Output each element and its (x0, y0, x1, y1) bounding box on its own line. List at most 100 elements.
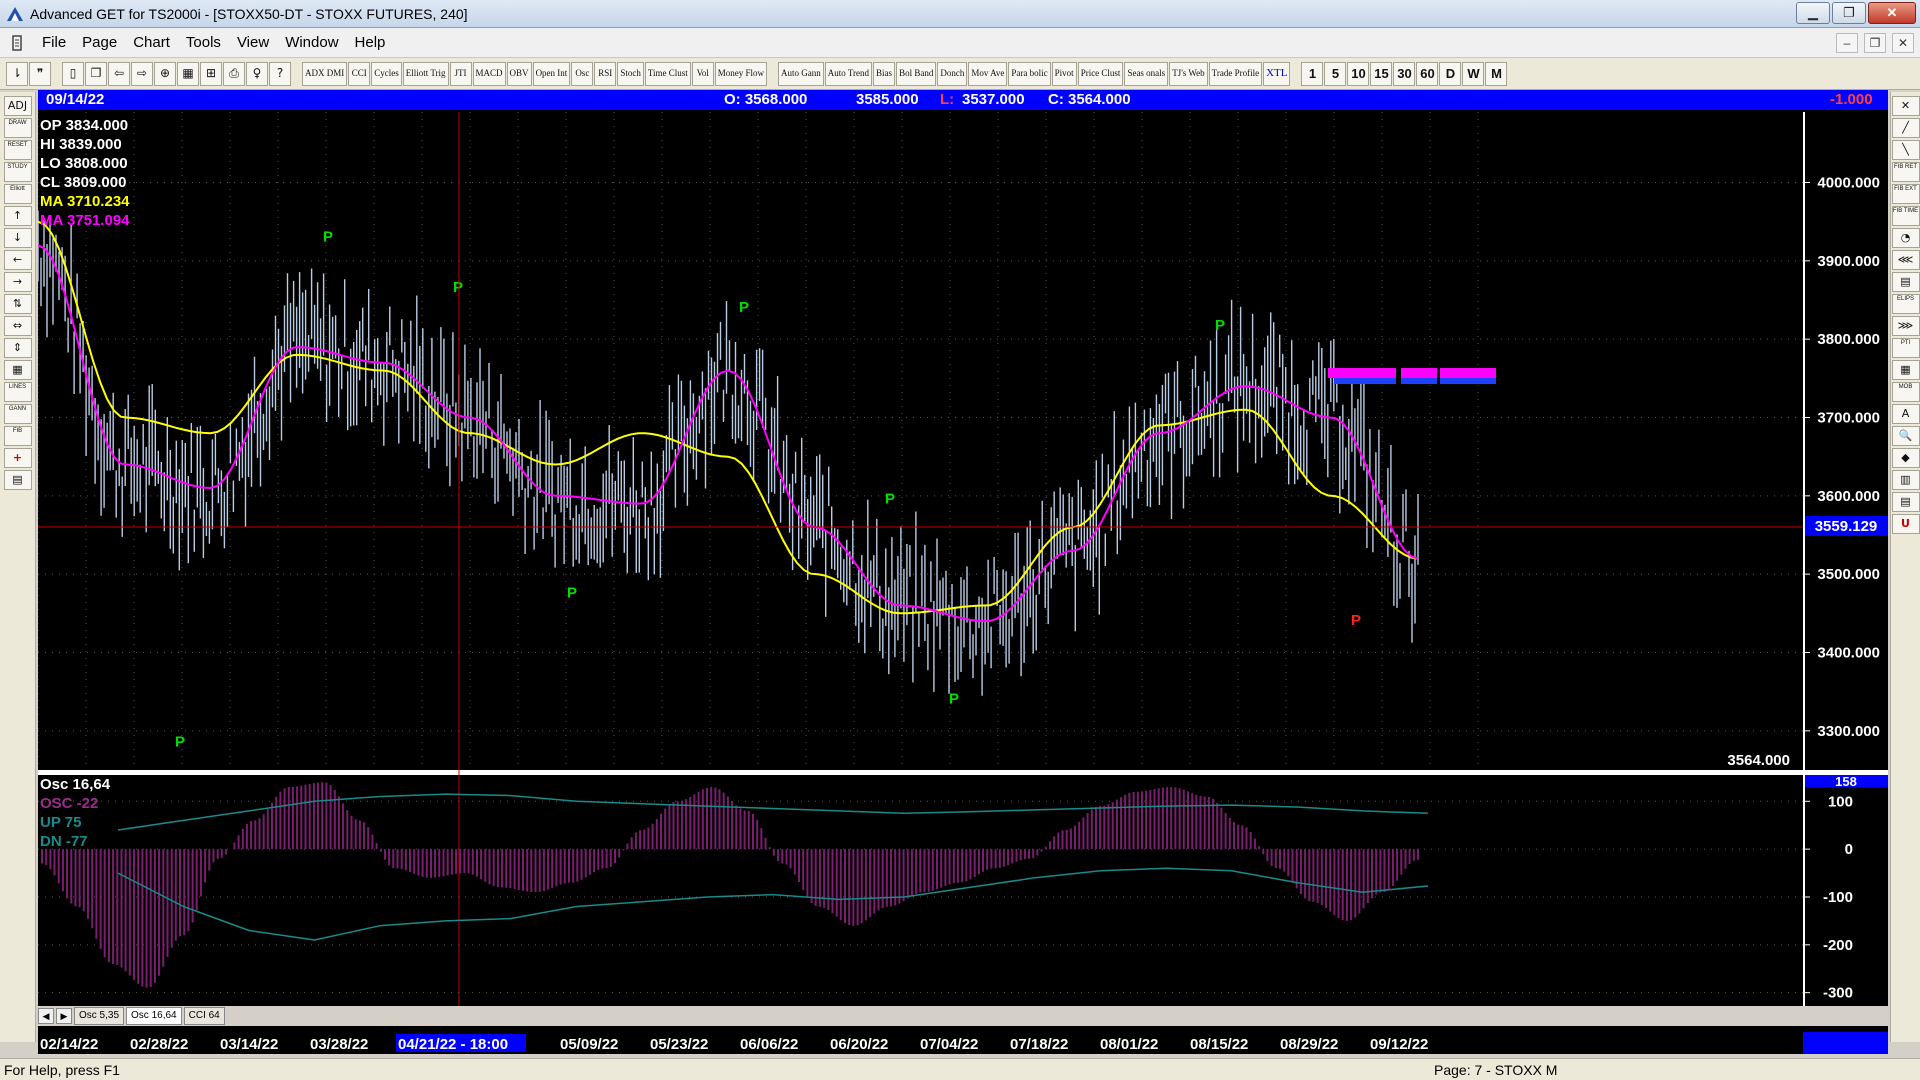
study-jti-button[interactable]: JTI (449, 61, 472, 86)
study-bias-button[interactable]: Bias (873, 61, 896, 86)
tool-adjust-icon[interactable]: ADJ (3, 96, 32, 116)
interval-10-button[interactable]: 10 (1347, 61, 1370, 86)
interval-60-button[interactable]: 60 (1416, 61, 1439, 86)
tab-osc-5-35[interactable]: Osc 5,35 (74, 1007, 125, 1025)
compress-vertical-icon[interactable]: ⇕ (3, 338, 32, 358)
forward-icon[interactable]: ⇨ (131, 61, 153, 86)
arrow-right-icon[interactable]: → (3, 272, 32, 292)
quote-icon[interactable]: ❞ (29, 61, 51, 86)
study-cci-button[interactable]: CCI (348, 61, 371, 86)
tool-gann-icon[interactable]: GANN (3, 404, 32, 424)
interval-30-button[interactable]: 30 (1393, 61, 1416, 86)
study-bolband-button[interactable]: Bol Band (896, 61, 937, 86)
study-autotrend-button[interactable]: Auto Trend (824, 61, 873, 86)
tab-osc-16-64[interactable]: Osc 16,64 (126, 1007, 182, 1025)
menu-tools[interactable]: Tools (178, 34, 229, 51)
fib-time-icon[interactable]: FIB TIME (1891, 206, 1920, 226)
grid-tool-icon[interactable]: ▦ (1891, 360, 1920, 380)
tab-scroll-left-icon[interactable]: ◀ (38, 1008, 54, 1024)
line-down-icon[interactable]: ╲ (1891, 140, 1920, 160)
tool-elliott-icon[interactable]: Elliott (3, 184, 32, 204)
new-page-icon[interactable]: ▯ (62, 61, 84, 86)
print-icon[interactable]: ⎙ (223, 61, 245, 86)
study-tjweb-button[interactable]: TJ's Web (1169, 61, 1208, 86)
menu-help[interactable]: Help (347, 34, 394, 51)
tab-cci-64[interactable]: CCI 64 (183, 1007, 225, 1025)
menu-window[interactable]: Window (277, 34, 346, 51)
grid-icon[interactable]: ▦ (3, 360, 32, 380)
study-priceclust-button[interactable]: Price Clust (1077, 61, 1124, 86)
mdi-restore-button[interactable]: ❐ (1864, 33, 1886, 53)
line-up-icon[interactable]: ╱ (1891, 118, 1920, 138)
print-icon[interactable]: ▤ (3, 470, 32, 490)
tool-lines-icon[interactable]: LINES (3, 382, 32, 402)
copy-icon[interactable]: ❐ (85, 61, 107, 86)
arrow-up-icon[interactable]: ↑ (3, 206, 32, 226)
zoom-icon[interactable]: ⊕ (154, 61, 176, 86)
interval-monthly-button[interactable]: M (1485, 61, 1508, 86)
arrow-left-icon[interactable]: ← (3, 250, 32, 270)
tool-fib-icon[interactable]: FIB (3, 426, 32, 446)
study-elliott-button[interactable]: Elliott Trig (402, 61, 449, 86)
study-tradeprofile-button[interactable]: Trade Profile (1208, 61, 1263, 86)
menu-view[interactable]: View (229, 34, 277, 51)
interval-weekly-button[interactable]: W (1462, 61, 1485, 86)
bulb-icon[interactable]: ♀ (246, 61, 268, 86)
interval-15-button[interactable]: 15 (1370, 61, 1393, 86)
close-window-button[interactable]: ✕ (1868, 2, 1916, 24)
study-obv-button[interactable]: OBV (506, 61, 532, 86)
study-rsi-button[interactable]: RSI (594, 61, 617, 86)
study-moneyflow-button[interactable]: Money Flow (714, 61, 768, 86)
study-seasonals-button[interactable]: Seas onals (1124, 61, 1169, 86)
fib-extension-icon[interactable]: FIB EXT (1891, 184, 1920, 204)
interval-5-button[interactable]: 5 (1324, 61, 1347, 86)
magnifier-icon[interactable]: 🔍 (1891, 426, 1920, 446)
panel-divider[interactable] (38, 770, 1888, 775)
study-parabolic-button[interactable]: Para bolic (1008, 61, 1051, 86)
arc-icon[interactable]: ◔ (1891, 228, 1920, 248)
close-tool-icon[interactable]: ✕ (1891, 96, 1920, 116)
study-pivot-button[interactable]: Pivot (1051, 61, 1077, 86)
text-tool-icon[interactable]: A (1891, 404, 1920, 424)
study-xtl-button[interactable]: XTL (1263, 61, 1291, 86)
fan-right-icon[interactable]: ⋙ (1891, 316, 1920, 336)
interval-1-button[interactable]: 1 (1301, 61, 1324, 86)
price-chart[interactable]: P P P P P P P P P 4000.000 3900.000 3800.000 3700.0… (38, 112, 1888, 1024)
menu-chart[interactable]: Chart (125, 34, 178, 51)
study-autogann-button[interactable]: Auto Gann (778, 61, 824, 86)
crosshair-icon[interactable]: + (3, 448, 32, 468)
study-timeclust-button[interactable]: Time Clust (644, 61, 691, 86)
fit-icon[interactable]: ⊞ (200, 61, 222, 86)
mdi-close-button[interactable]: ✕ (1892, 33, 1914, 53)
mob-icon[interactable]: MOB (1891, 382, 1920, 402)
mdi-minimize-button[interactable]: – (1836, 33, 1858, 53)
compress-horizontal-icon[interactable]: ⇔ (3, 316, 32, 336)
u-tool-icon[interactable]: U (1891, 514, 1920, 534)
help-pointer-icon[interactable]: ? (269, 61, 291, 86)
tool-study-icon[interactable]: STUDY (3, 162, 32, 182)
list-icon[interactable]: ▤ (1891, 492, 1920, 512)
arrow-down-icon[interactable]: ↓ (3, 228, 32, 248)
back-icon[interactable]: ⇦ (108, 61, 130, 86)
pti-icon[interactable]: PTI (1891, 338, 1920, 358)
study-adx-button[interactable]: ADX DMI (302, 61, 348, 86)
study-cycles-button[interactable]: Cycles (371, 61, 402, 86)
study-macd-button[interactable]: MACD (472, 61, 506, 86)
box-icon[interactable]: ▤ (1891, 272, 1920, 292)
fan-icon[interactable]: ⋘ (1891, 250, 1920, 270)
bars-icon[interactable]: ⇅ (3, 294, 32, 314)
menu-page[interactable]: Page (74, 34, 125, 51)
fib-retracement-icon[interactable]: FIB RET (1891, 162, 1920, 182)
minimize-window-button[interactable]: ▁ (1796, 2, 1830, 24)
study-donch-button[interactable]: Donch (937, 61, 968, 86)
menu-file[interactable]: File (34, 34, 74, 51)
grid-icon[interactable]: ▦ (177, 61, 199, 86)
maximize-window-button[interactable]: ❐ (1832, 2, 1866, 24)
diamond-icon[interactable]: ◆ (1891, 448, 1920, 468)
ellipse-icon[interactable]: ELIPS (1891, 294, 1920, 314)
study-osc-button[interactable]: Osc (571, 61, 594, 86)
tool-reset-icon[interactable]: RESET (3, 140, 32, 160)
table-icon[interactable]: ▥ (1891, 470, 1920, 490)
study-stoch-button[interactable]: Stoch (617, 61, 644, 86)
tab-scroll-right-icon[interactable]: ▶ (56, 1008, 72, 1024)
